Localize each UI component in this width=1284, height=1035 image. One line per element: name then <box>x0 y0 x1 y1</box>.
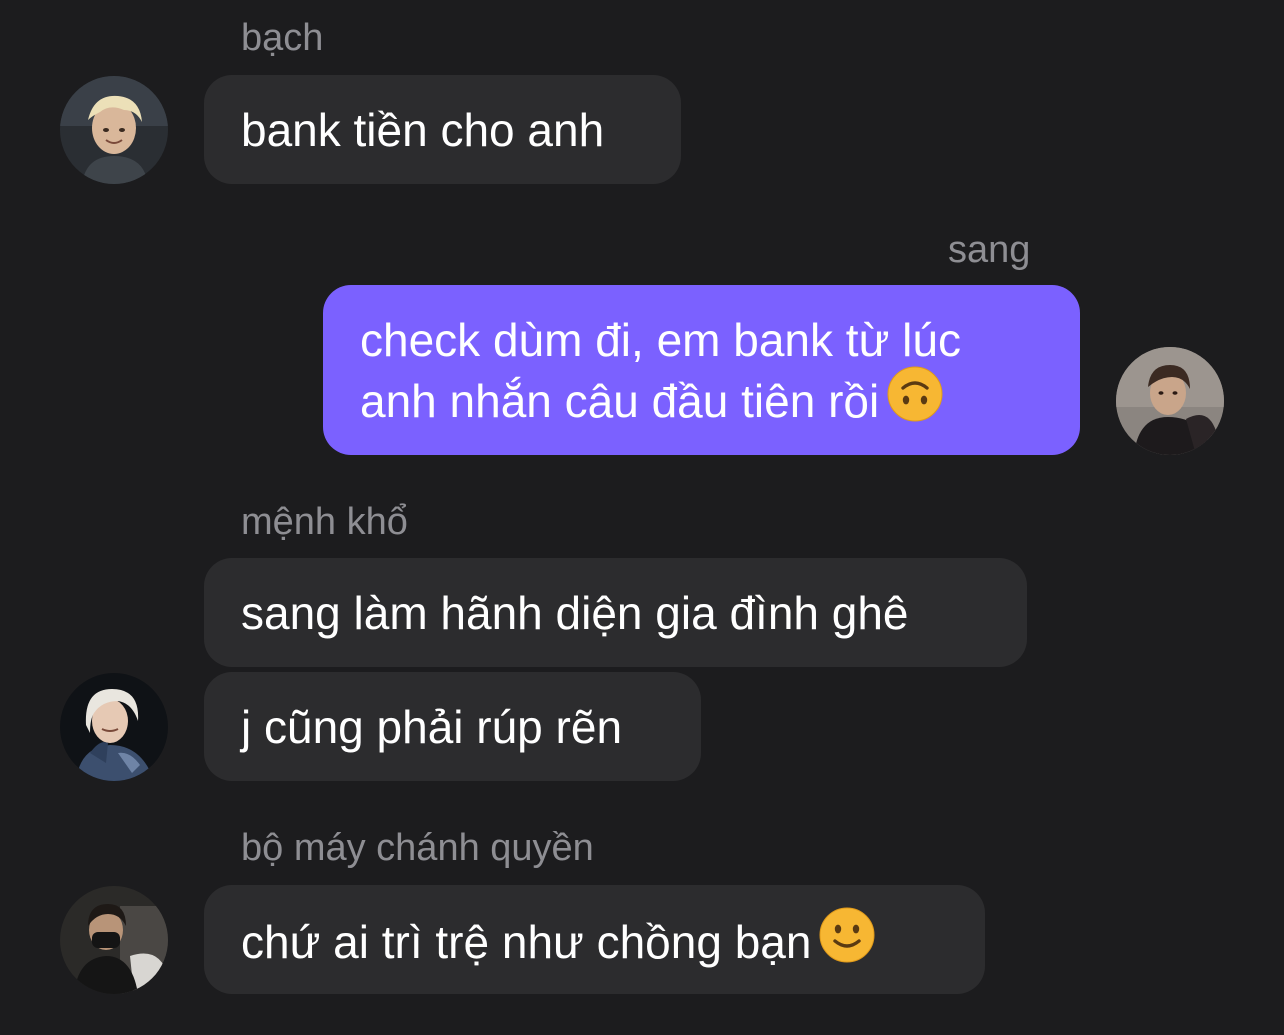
message-bubble-incoming[interactable]: bank tiền cho anh <box>204 75 681 184</box>
message-text: anh nhắn câu đầu tiên rồi <box>360 375 880 428</box>
message-bubble-incoming[interactable]: chứ ai trì trệ như chồng bạn <box>204 885 985 994</box>
upside-down-face-icon <box>887 366 943 436</box>
message-text: chứ ai trì trệ như chồng bạn <box>241 916 812 969</box>
avatar[interactable] <box>1116 347 1224 455</box>
message-bubble-incoming[interactable]: j cũng phải rúp rẽn <box>204 672 701 781</box>
sender-name: bạch <box>241 17 324 59</box>
message-text: bank tiền cho anh <box>241 104 605 156</box>
message-text-line: check dùm đi, em bank từ lúc <box>360 314 961 366</box>
avatar-image <box>1116 347 1224 455</box>
avatar[interactable] <box>60 886 168 994</box>
avatar-image <box>60 886 168 994</box>
sender-name: sang <box>948 229 1031 271</box>
avatar[interactable] <box>60 76 168 184</box>
avatar-image <box>60 76 168 184</box>
message-bubble-incoming[interactable]: sang làm hãnh diện gia đình ghê <box>204 558 1027 667</box>
avatar-image <box>60 673 168 781</box>
avatar[interactable] <box>60 673 168 781</box>
sender-name: mệnh khổ <box>241 501 408 543</box>
message-text-line: chứ ai trì trệ như chồng bạn <box>241 907 985 981</box>
message-text: j cũng phải rúp rẽn <box>241 701 623 753</box>
slightly-smiling-face-icon <box>819 907 875 977</box>
message-bubble-outgoing[interactable]: check dùm đi, em bank từ lúc anh nhắn câ… <box>323 285 1080 455</box>
sender-name: bộ máy chánh quyền <box>241 827 594 869</box>
message-text-line: anh nhắn câu đầu tiên rồi <box>360 366 1080 440</box>
message-text: sang làm hãnh diện gia đình ghê <box>241 587 909 639</box>
